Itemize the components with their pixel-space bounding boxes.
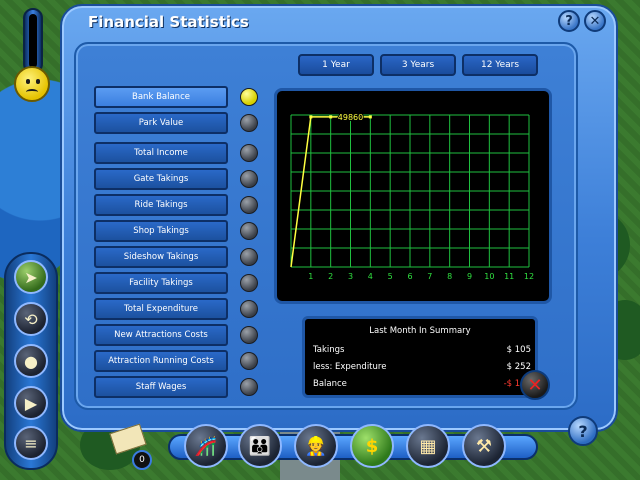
stat-button[interactable]: Gate Takings	[94, 168, 228, 190]
balance-chart: 1 2 3 4 5 6 7 8 9 10 11 12 49860	[274, 88, 552, 304]
question-icon: ?	[578, 421, 588, 441]
x-tick-label: 5	[388, 272, 393, 281]
park-help-button[interactable]: ?	[568, 416, 598, 446]
stat-row: Facility Takings	[94, 272, 264, 294]
x-tick-label: 7	[427, 272, 432, 281]
summary-label: less: Expenditure	[313, 362, 387, 372]
stat-row: New Attractions Costs	[94, 324, 264, 346]
stat-button[interactable]: Total Expenditure	[94, 298, 228, 320]
window-title: Financial Statistics	[88, 13, 249, 31]
summary-label: Balance	[313, 379, 347, 389]
indicator-light-icon[interactable]	[240, 170, 258, 188]
summary-row-balance: Balance -$ 147	[313, 379, 531, 393]
stat-row: Park Value	[94, 112, 264, 134]
stat-row: Bank Balance	[94, 86, 264, 108]
indicator-light-icon[interactable]	[240, 88, 258, 106]
cage-icon[interactable]: ▦	[406, 424, 450, 468]
x-tick-label: 4	[368, 272, 373, 281]
financial-statistics-window: Financial Statistics ? ✕ 1 Year 3 Years …	[60, 4, 618, 432]
stat-button[interactable]: Bank Balance	[94, 86, 228, 108]
rides-icon[interactable]: 🎢	[184, 424, 228, 468]
summary-title: Last Month In Summary	[369, 326, 471, 336]
face-mouth	[26, 89, 38, 95]
tools-icon[interactable]: ⚒	[462, 424, 506, 468]
stat-row: Attraction Running Costs	[94, 350, 264, 372]
data-point	[309, 115, 313, 119]
indicator-light-icon[interactable]	[240, 378, 258, 396]
indicator-light-icon[interactable]	[240, 326, 258, 344]
close-icon: ✕	[589, 13, 601, 29]
finance-icon[interactable]: $	[350, 424, 394, 468]
stat-button[interactable]: Ride Takings	[94, 194, 228, 216]
stat-row: Total Expenditure	[94, 298, 264, 320]
x-tick-label: 1	[308, 272, 313, 281]
x-tick-label: 12	[524, 272, 534, 281]
bomb-icon[interactable]: ●	[14, 344, 48, 378]
face-eye	[36, 79, 40, 84]
tab-1-year[interactable]: 1 Year	[298, 54, 374, 76]
guest-mood-meter	[23, 8, 43, 74]
indicator-light-icon[interactable]	[240, 114, 258, 132]
chart-canvas: 1 2 3 4 5 6 7 8 9 10 11 1249860	[290, 112, 534, 281]
summary-label: Takings	[313, 345, 345, 355]
notepad-icon[interactable]: ≡	[14, 426, 48, 460]
x-tick-label: 6	[407, 272, 412, 281]
stat-row: Ride Takings	[94, 194, 264, 216]
question-icon: ?	[565, 13, 573, 29]
indicator-light-icon[interactable]	[240, 274, 258, 292]
summary-row-expenditure: less: Expenditure $ 252	[313, 362, 531, 376]
face-eye	[26, 79, 30, 84]
data-point	[329, 115, 333, 119]
close-icon: ✕	[527, 374, 543, 396]
summary-value: $ 105	[506, 345, 531, 355]
help-button[interactable]: ?	[558, 10, 580, 32]
stat-row: Total Income	[94, 142, 264, 164]
stat-button[interactable]: Attraction Running Costs	[94, 350, 228, 372]
indicator-light-icon[interactable]	[240, 144, 258, 162]
pointer-icon[interactable]: ➤	[14, 260, 48, 294]
stat-row: Staff Wages	[94, 376, 264, 398]
tab-12-years[interactable]: 12 Years	[462, 54, 538, 76]
indicator-light-icon[interactable]	[240, 248, 258, 266]
guest-mood-meter-fill	[29, 14, 37, 68]
sad-face-icon[interactable]	[14, 66, 50, 102]
last-month-summary: Last Month In Summary Takings $ 105 less…	[302, 316, 538, 398]
stat-button[interactable]: Park Value	[94, 112, 228, 134]
indicator-light-icon[interactable]	[240, 196, 258, 214]
indicator-light-icon[interactable]	[240, 300, 258, 318]
stat-button[interactable]: Total Income	[94, 142, 228, 164]
camera-rotate-icon[interactable]: ⟲	[14, 302, 48, 336]
dismiss-button[interactable]: ✕	[520, 370, 550, 400]
indicator-light-icon[interactable]	[240, 352, 258, 370]
period-tabs: 1 Year 3 Years 12 Years	[298, 54, 538, 76]
x-tick-label: 11	[504, 272, 514, 281]
stat-button[interactable]: Facility Takings	[94, 272, 228, 294]
close-button[interactable]: ✕	[584, 10, 606, 32]
stat-button[interactable]: Shop Takings	[94, 220, 228, 242]
video-camera-icon[interactable]: ▶	[14, 386, 48, 420]
summary-value: $ 252	[506, 362, 531, 372]
stat-button[interactable]: Staff Wages	[94, 376, 228, 398]
mail-count-badge: 0	[132, 450, 152, 470]
stat-button[interactable]: New Attractions Costs	[94, 324, 228, 346]
stat-row: Gate Takings	[94, 168, 264, 190]
statistics-panel: 1 Year 3 Years 12 Years Bank Balance Park…	[74, 42, 578, 410]
staff-icon[interactable]: 👷	[294, 424, 338, 468]
stat-button[interactable]: Sideshow Takings	[94, 246, 228, 268]
x-tick-label: 8	[447, 272, 452, 281]
tab-3-years[interactable]: 3 Years	[380, 54, 456, 76]
x-tick-label: 9	[467, 272, 472, 281]
indicator-light-icon[interactable]	[240, 222, 258, 240]
x-tick-label: 2	[328, 272, 333, 281]
x-tick-label: 3	[348, 272, 353, 281]
stat-row: Shop Takings	[94, 220, 264, 242]
x-tick-label: 10	[484, 272, 494, 281]
guests-icon[interactable]: 👪	[238, 424, 282, 468]
data-label: 49860	[338, 113, 363, 122]
stat-row: Sideshow Takings	[94, 246, 264, 268]
summary-row-takings: Takings $ 105	[313, 345, 531, 359]
data-point	[368, 115, 372, 119]
